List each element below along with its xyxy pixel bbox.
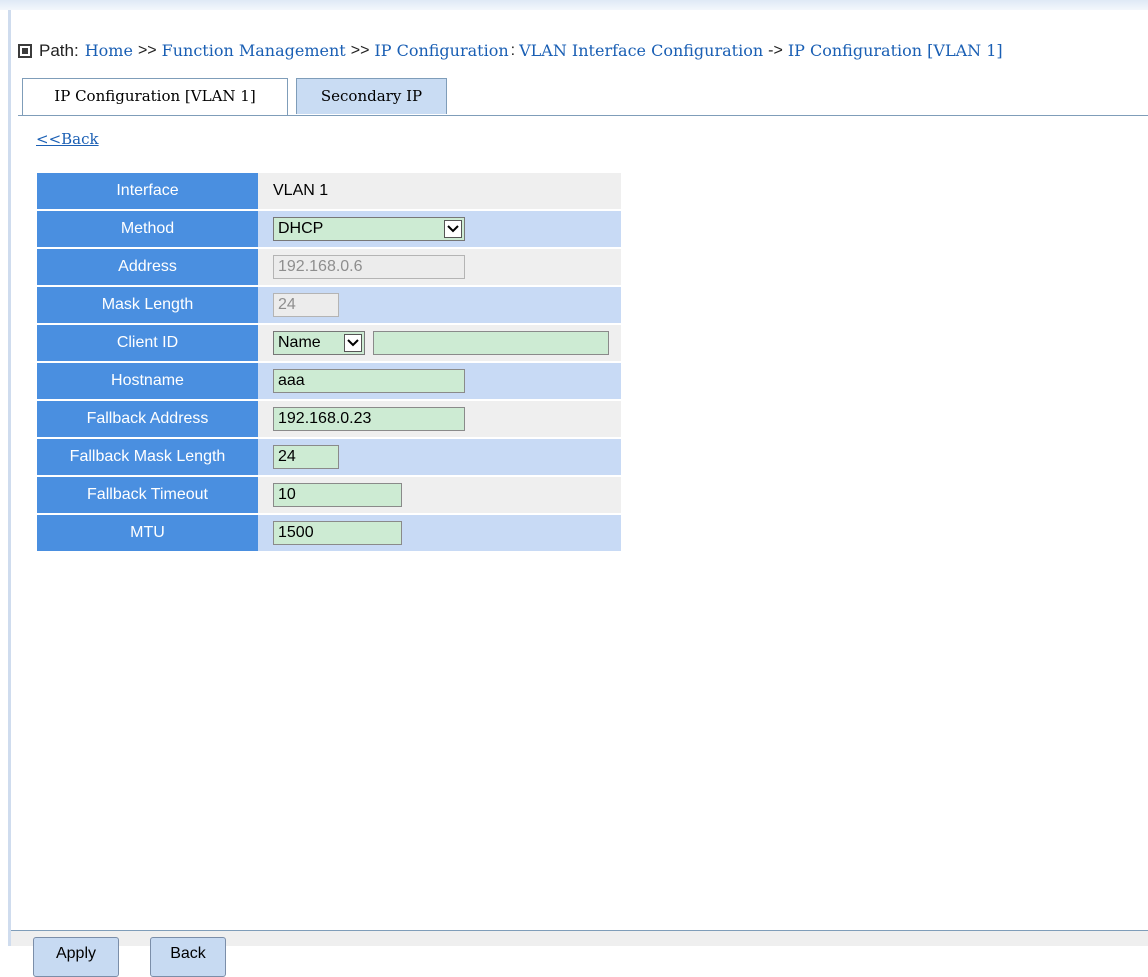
- breadcrumb-separator: >>: [137, 42, 157, 59]
- left-border: [8, 10, 11, 946]
- fallback-timeout-label: Fallback Timeout: [37, 477, 258, 513]
- mtu-label: MTU: [37, 515, 258, 551]
- apply-button[interactable]: Apply: [33, 937, 119, 977]
- chevron-down-icon: [444, 220, 462, 238]
- breadcrumb-label: Path:: [39, 41, 79, 60]
- breadcrumb-current-page[interactable]: IP Configuration [VLAN 1]: [788, 38, 1003, 64]
- row-hostname: Hostname aaa: [37, 363, 621, 399]
- tab-bar: IP Configuration [VLAN 1] Secondary IP: [18, 78, 1148, 116]
- breadcrumb-vlan-interface-configuration[interactable]: VLAN Interface Configuration: [519, 38, 763, 64]
- fallback-mask-length-label: Fallback Mask Length: [37, 439, 258, 475]
- method-select-value: DHCP: [278, 220, 324, 237]
- hostname-label: Hostname: [37, 363, 258, 399]
- mask-length-label: Mask Length: [37, 287, 258, 323]
- path-square-icon: [18, 44, 32, 58]
- client-id-input[interactable]: [373, 331, 610, 355]
- row-client-id: Client ID Name: [37, 325, 621, 361]
- breadcrumb-home[interactable]: Home: [85, 38, 133, 64]
- tab-ip-configuration[interactable]: IP Configuration [VLAN 1]: [22, 78, 288, 115]
- fallback-timeout-input[interactable]: 10: [273, 483, 402, 507]
- row-mtu: MTU 1500: [37, 515, 621, 551]
- row-method: Method DHCP: [37, 211, 621, 247]
- breadcrumb-separator: :: [510, 42, 516, 59]
- chevron-down-icon: [344, 334, 362, 352]
- tab-secondary-ip[interactable]: Secondary IP: [296, 78, 447, 114]
- row-address: Address 192.168.0.6: [37, 249, 621, 285]
- breadcrumb-function-management[interactable]: Function Management: [162, 38, 346, 64]
- row-fallback-mask-length: Fallback Mask Length 24: [37, 439, 621, 475]
- ip-config-form: Interface VLAN 1 Method DHCP Address 192…: [37, 171, 621, 553]
- method-label: Method: [37, 211, 258, 247]
- client-id-type-select[interactable]: Name: [273, 331, 365, 355]
- fallback-address-label: Fallback Address: [37, 401, 258, 437]
- client-id-label: Client ID: [37, 325, 258, 361]
- back-link[interactable]: <<Back: [36, 130, 99, 148]
- interface-value: VLAN 1: [273, 182, 329, 199]
- row-fallback-address: Fallback Address 192.168.0.23: [37, 401, 621, 437]
- breadcrumb: Path: Home >> Function Management >> IP …: [18, 38, 1003, 64]
- address-input: 192.168.0.6: [273, 255, 465, 279]
- fallback-address-input[interactable]: 192.168.0.23: [273, 407, 465, 431]
- address-label: Address: [37, 249, 258, 285]
- breadcrumb-separator: >>: [350, 42, 370, 59]
- interface-label: Interface: [37, 173, 258, 209]
- fallback-mask-length-input[interactable]: 24: [273, 445, 339, 469]
- breadcrumb-separator: ->: [768, 42, 783, 59]
- client-id-type-value: Name: [278, 334, 321, 351]
- breadcrumb-ip-configuration[interactable]: IP Configuration: [374, 38, 508, 64]
- row-fallback-timeout: Fallback Timeout 10: [37, 477, 621, 513]
- method-select[interactable]: DHCP: [273, 217, 465, 241]
- back-button[interactable]: Back: [150, 937, 226, 977]
- row-interface: Interface VLAN 1: [37, 173, 621, 209]
- row-mask-length: Mask Length 24: [37, 287, 621, 323]
- footer-divider: [11, 930, 1148, 931]
- mask-length-input: 24: [273, 293, 339, 317]
- mtu-input[interactable]: 1500: [273, 521, 402, 545]
- hostname-input[interactable]: aaa: [273, 369, 465, 393]
- top-strip: [0, 0, 1148, 10]
